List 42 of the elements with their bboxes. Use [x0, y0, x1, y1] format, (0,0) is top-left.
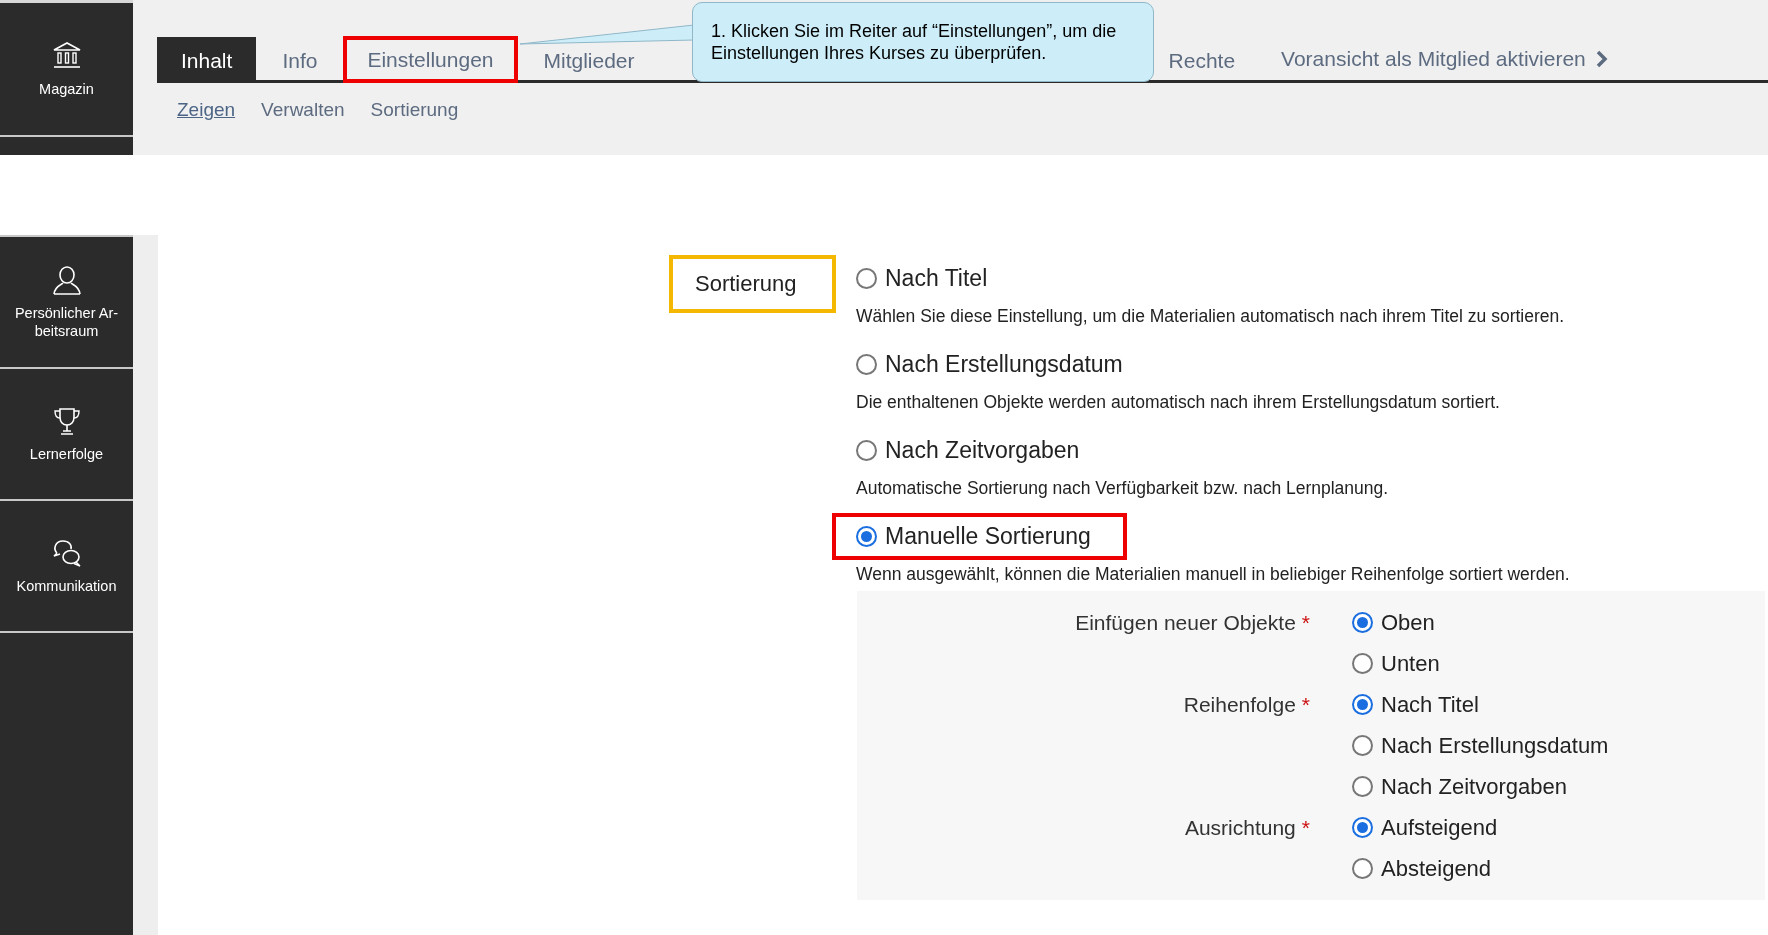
radio-button[interactable] — [1352, 612, 1373, 633]
tab[interactable]: Einstellungen — [343, 36, 518, 83]
required-mark: * — [1301, 610, 1310, 635]
tab[interactable]: Inhalt — [157, 37, 257, 80]
radio-option[interactable]: Nach Erstellungsdatum — [832, 341, 1159, 388]
radio-button[interactable] — [1352, 817, 1373, 838]
radio-button[interactable] — [856, 526, 877, 547]
preview-link[interactable]: Voransicht als Mitglied aktivieren — [1261, 37, 1628, 80]
radio-label[interactable]: Nach Titel — [1381, 691, 1479, 718]
option-description: Wenn ausgewählt, können die Materialien manuell in beliebiger Reihenfolge sortiert werden. — [856, 564, 1571, 585]
option-description: Wählen Sie diese Einstellung, um die Materialien automatisch nach ihrem Titel zu sortieren. — [856, 306, 1566, 327]
instruction-tooltip: 1. Klicken Sie im Reiter auf “Einstellungen”, um die Einstellungen Ihres Kurses zu überprüfen. — [692, 2, 1154, 82]
radio-label[interactable]: Nach Zeitvorgaben — [1381, 773, 1567, 800]
field-label: Sortierung — [669, 255, 836, 313]
subtab-link[interactable]: Sortierung — [370, 99, 459, 121]
radio-option[interactable]: Manuelle Sortierung — [832, 513, 1127, 560]
radio-button[interactable] — [856, 268, 877, 289]
radio-button[interactable] — [1352, 735, 1373, 756]
radio-option[interactable]: Nach Zeitvorgaben — [832, 427, 1116, 474]
radio-button[interactable] — [1352, 858, 1373, 879]
subtab-link[interactable]: Zeigen — [177, 99, 236, 121]
option-description: Die enthaltenen Objekte werden automatisch nach ihrem Erstellungsdatum sortiert. — [856, 392, 1501, 413]
required-mark: * — [1301, 692, 1310, 717]
field-label: Ausrichtung — [1184, 815, 1296, 840]
option-description: Automatische Sortierung nach Verfügbarkeit bzw. nach Lernplanung. — [856, 478, 1390, 499]
radio-button[interactable] — [1352, 694, 1373, 715]
field-label: Reihenfolge — [1183, 692, 1296, 717]
radio-button[interactable] — [1352, 653, 1373, 674]
tab[interactable]: Info — [258, 37, 342, 80]
radio-label[interactable]: Nach Erstellungsdatum — [1381, 732, 1609, 759]
subtab-link[interactable]: Verwalten — [261, 99, 345, 121]
radio-button[interactable] — [1352, 776, 1373, 797]
field-label: Einfügen neuer Objekte — [1075, 610, 1296, 635]
person-icon — [50, 264, 83, 296]
radio-label[interactable]: Oben — [1381, 609, 1435, 636]
radio-label[interactable]: Aufsteigend — [1381, 814, 1498, 841]
radio-button[interactable] — [856, 440, 877, 461]
radio-label[interactable]: Absteigend — [1381, 855, 1492, 882]
radio-button[interactable] — [856, 354, 877, 375]
chevron-right-icon — [1595, 49, 1608, 68]
required-mark: * — [1301, 815, 1310, 840]
radio-label[interactable]: Unten — [1381, 650, 1440, 677]
